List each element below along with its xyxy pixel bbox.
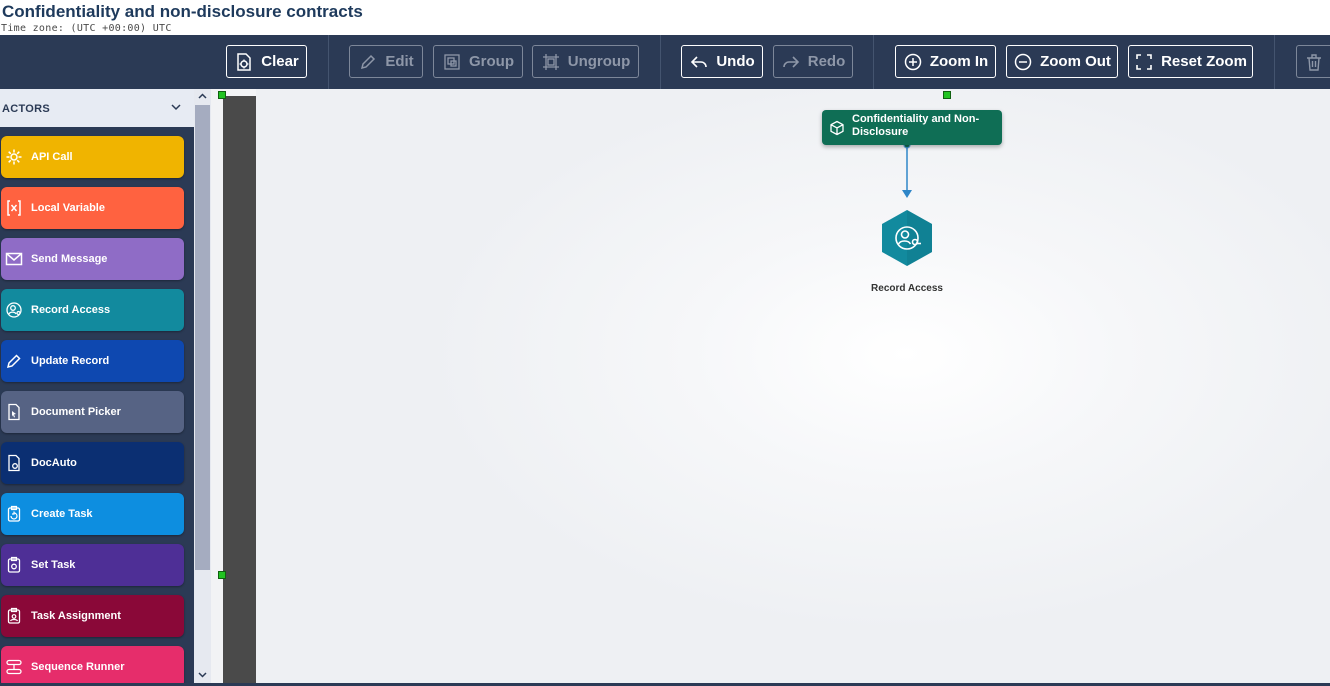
workflow-canvas[interactable] bbox=[256, 89, 1330, 686]
document-picker-icon bbox=[8, 403, 20, 421]
page-header: Confidentiality and non-disclosure contr… bbox=[0, 0, 1330, 35]
undo-button[interactable]: Undo bbox=[681, 45, 763, 78]
create-task-icon bbox=[7, 505, 21, 522]
canvas-left-gutter bbox=[211, 89, 223, 686]
gear-icon bbox=[6, 149, 22, 165]
actor-label: Set Task bbox=[31, 559, 76, 571]
toolbar-divider bbox=[873, 35, 874, 89]
edit-button[interactable]: Edit bbox=[349, 45, 423, 78]
variable-icon bbox=[7, 200, 21, 216]
canvas-ruler bbox=[223, 96, 256, 686]
clear-button-label: Clear bbox=[261, 53, 299, 70]
group-button-label: Group bbox=[469, 53, 514, 70]
start-node-label: Confidentiality and Non-Disclosure bbox=[852, 113, 980, 138]
zoom-out-button[interactable]: Zoom Out bbox=[1006, 45, 1118, 78]
actor-label: DocAuto bbox=[31, 457, 77, 469]
undo-icon bbox=[691, 55, 708, 68]
group-button[interactable]: Group bbox=[433, 45, 523, 78]
redo-icon bbox=[782, 55, 799, 68]
ungroup-button[interactable]: Ungroup bbox=[532, 45, 639, 78]
actor-label: Create Task bbox=[31, 508, 93, 520]
ungroup-icon bbox=[542, 53, 559, 70]
page-title: Confidentiality and non-disclosure contr… bbox=[2, 2, 363, 21]
actor-api-call[interactable]: API Call bbox=[1, 136, 184, 178]
actor-create-task[interactable]: Create Task bbox=[1, 493, 184, 535]
actor-label: Send Message bbox=[31, 253, 108, 265]
group-icon bbox=[444, 53, 460, 70]
zoom-in-button-label: Zoom In bbox=[929, 53, 989, 70]
scroll-up-icon[interactable] bbox=[197, 91, 208, 102]
reset-zoom-button-label: Reset Zoom bbox=[1161, 53, 1247, 70]
sequence-icon bbox=[6, 659, 22, 675]
actor-label: Sequence Runner bbox=[31, 661, 125, 673]
task-assignment-icon bbox=[7, 607, 21, 624]
actors-header-label: ACTORS bbox=[2, 103, 51, 115]
pencil-icon bbox=[361, 54, 376, 69]
selection-handle[interactable] bbox=[943, 91, 951, 99]
actor-sequence-runner[interactable]: Sequence Runner bbox=[1, 646, 184, 686]
zoom-out-button-label: Zoom Out bbox=[1040, 53, 1111, 70]
actor-set-task[interactable]: Set Task bbox=[1, 544, 184, 586]
clear-document-icon bbox=[237, 52, 251, 71]
actor-record-access[interactable]: Record Access bbox=[1, 289, 184, 331]
zoom-in-icon bbox=[904, 53, 922, 70]
actor-label: Task Assignment bbox=[31, 610, 121, 622]
undo-button-label: Undo bbox=[716, 53, 755, 70]
fullscreen-icon bbox=[1136, 53, 1152, 70]
sidebar-scrollbar[interactable] bbox=[194, 89, 211, 686]
record-access-node[interactable] bbox=[881, 209, 933, 267]
actors-sidebar: ACTORS API Call Local Variable Send Mess… bbox=[0, 89, 194, 686]
actor-label: Local Variable bbox=[31, 202, 105, 214]
doc-gear-icon bbox=[8, 454, 20, 472]
actor-label: Document Picker bbox=[31, 406, 121, 418]
envelope-icon bbox=[5, 252, 23, 266]
zoom-in-button[interactable]: Zoom In bbox=[895, 45, 996, 78]
actor-local-variable[interactable]: Local Variable bbox=[1, 187, 184, 229]
cube-icon bbox=[830, 120, 844, 136]
trash-icon bbox=[1306, 53, 1321, 71]
clear-button[interactable]: Clear bbox=[226, 45, 307, 78]
actor-label: Record Access bbox=[31, 304, 111, 316]
actor-label: Update Record bbox=[31, 355, 110, 367]
edit-button-label: Edit bbox=[385, 53, 414, 70]
pencil-icon bbox=[6, 354, 21, 369]
timezone-label: Time zone: (UTC +00:00) UTC bbox=[1, 23, 172, 34]
actor-docauto[interactable]: DocAuto bbox=[1, 442, 184, 484]
actor-task-assignment[interactable]: Task Assignment bbox=[1, 595, 184, 637]
toolbar-divider bbox=[1274, 35, 1275, 89]
reset-zoom-button[interactable]: Reset Zoom bbox=[1128, 45, 1253, 78]
toolbar: Clear Edit Group Ungroup Undo Redo Zoom … bbox=[0, 35, 1330, 89]
record-access-node-label: Record Access bbox=[871, 283, 943, 294]
start-node[interactable]: Confidentiality and Non-Disclosure bbox=[822, 110, 1002, 145]
zoom-out-icon bbox=[1014, 53, 1032, 70]
chevron-down-icon[interactable] bbox=[170, 101, 182, 113]
scroll-down-icon[interactable] bbox=[197, 669, 208, 680]
actor-update-record[interactable]: Update Record bbox=[1, 340, 184, 382]
toolbar-divider bbox=[660, 35, 661, 89]
set-task-icon bbox=[7, 556, 21, 573]
scrollbar-thumb[interactable] bbox=[195, 105, 210, 570]
ungroup-button-label: Ungroup bbox=[567, 53, 631, 70]
delete-button[interactable] bbox=[1296, 45, 1330, 78]
selection-handle[interactable] bbox=[218, 91, 226, 99]
toolbar-divider bbox=[328, 35, 329, 89]
actor-document-picker[interactable]: Document Picker bbox=[1, 391, 184, 433]
record-access-icon bbox=[6, 302, 22, 318]
selection-handle[interactable] bbox=[218, 571, 226, 579]
redo-button[interactable]: Redo bbox=[773, 45, 853, 78]
actors-header[interactable]: ACTORS bbox=[0, 89, 194, 127]
redo-button-label: Redo bbox=[807, 53, 846, 70]
actor-label: API Call bbox=[31, 151, 73, 163]
actor-send-message[interactable]: Send Message bbox=[1, 238, 184, 280]
